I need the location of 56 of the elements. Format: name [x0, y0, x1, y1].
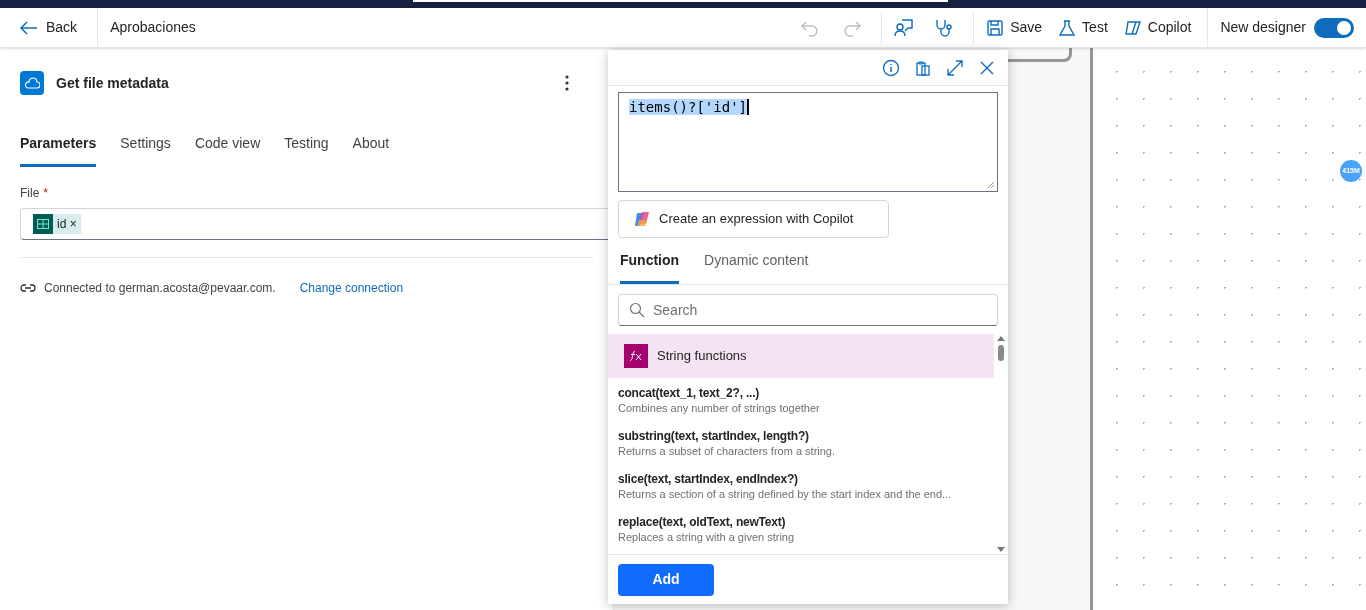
add-button[interactable]: Add [618, 563, 714, 596]
link-icon [20, 282, 36, 294]
copilot-button[interactable]: Copilot [1115, 11, 1200, 44]
panel-tab[interactable]: Parameters [20, 128, 97, 167]
function-description: Combines any number of strings together [618, 401, 821, 416]
expression-editor[interactable]: items()?['id'] [618, 92, 998, 192]
back-arrow-icon [20, 20, 38, 35]
function-description: Replaces a string with a given string [618, 530, 796, 545]
connection-text: Connected to german.acosta@pevaar.com. [44, 280, 276, 297]
function-description: Returns a subset of characters from a string. [618, 444, 837, 459]
scroll-thumb[interactable] [998, 345, 1004, 361]
search-field[interactable]: Search [618, 294, 998, 326]
more-options-icon[interactable] [565, 75, 569, 91]
copilot-logo-icon [633, 210, 651, 228]
panel-tab[interactable]: About [352, 128, 390, 167]
id-token[interactable]: id × [33, 214, 81, 234]
fx-glyph-icon [630, 351, 642, 361]
scroll-up-icon [997, 336, 1005, 341]
toggle-switch[interactable] [1314, 17, 1354, 38]
toggle-label: New designer [1220, 18, 1306, 37]
copilot-expression-button[interactable]: Create an expression with Copilot [618, 200, 889, 238]
category-title: String functions [657, 347, 747, 366]
required-mark: * [43, 185, 48, 202]
flask-icon [1058, 18, 1077, 37]
action-title: Get file metadata [56, 73, 170, 93]
person-comment-icon [892, 17, 913, 38]
clipboard-icon[interactable] [914, 58, 932, 77]
flow-name: Aprobaciones [109, 18, 197, 37]
resize-grip-icon [987, 181, 995, 189]
function-name[interactable]: substring(text, startIndex, length?) [618, 429, 984, 444]
function-description: Returns a section of a string defined by the start index and the end... [618, 487, 953, 502]
back-button[interactable]: Back [0, 8, 99, 47]
category-header[interactable]: String functions [608, 334, 994, 378]
function-name[interactable]: concat(text_1, text_2?, ...) [618, 386, 984, 401]
search-icon [629, 302, 645, 318]
grid-glyph-icon [37, 219, 49, 229]
expression-text: items()?['id'] [629, 99, 749, 115]
stethoscope-icon [934, 17, 955, 38]
expression-tab[interactable]: Dynamic content [704, 250, 809, 284]
cloud-glyph-icon [24, 77, 40, 89]
save-icon [986, 18, 1005, 37]
function-name[interactable]: slice(text, startIndex, endIndex?) [618, 472, 984, 487]
save-button[interactable]: Save [973, 11, 1051, 44]
info-icon[interactable] [882, 58, 900, 77]
search-input[interactable]: Search [653, 299, 987, 321]
panel-tab[interactable]: Testing [284, 128, 329, 167]
field-label: File [20, 185, 40, 202]
function-name[interactable]: replace(text, oldText, newText) [618, 515, 984, 530]
expression-tab[interactable]: Function [620, 250, 680, 284]
panel-tab[interactable]: Code view [194, 128, 261, 167]
copilot-icon [1123, 18, 1142, 37]
panel-tab[interactable]: Settings [120, 128, 171, 167]
test-button[interactable]: Test [1050, 11, 1116, 44]
scroll-down-icon [997, 547, 1005, 552]
expand-icon[interactable] [946, 58, 964, 77]
change-connection-link[interactable]: Change connection [299, 279, 404, 297]
